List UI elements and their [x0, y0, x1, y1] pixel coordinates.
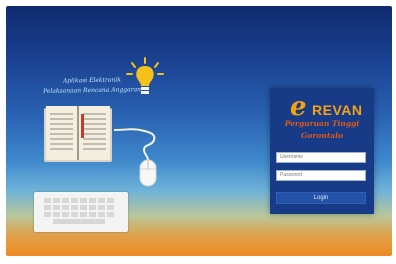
institution-subtitle: Perguruan Tinggi Gorontalo — [270, 118, 374, 142]
light-bulb-icon — [126, 57, 164, 94]
erevan-logo: e REVAN — [280, 92, 364, 122]
password-input[interactable]: Password — [276, 170, 366, 181]
login-panel: e REVAN Perguruan Tinggi Gorontalo Usern… — [270, 88, 374, 214]
subtitle-line-1: Perguruan Tinggi — [284, 119, 360, 128]
username-input[interactable]: Username — [276, 152, 366, 163]
mouse-cable — [114, 128, 156, 161]
keyboard-icon — [34, 192, 128, 232]
login-screen: Aplikasi Elektronik Pelaksanaan Rencana … — [6, 6, 392, 256]
subtitle-line-2: Gorontalo — [301, 131, 343, 140]
open-book-icon — [44, 106, 112, 162]
mouse-icon — [139, 159, 157, 187]
logo-word: REVAN — [312, 102, 363, 118]
login-button[interactable]: Login — [276, 192, 366, 204]
